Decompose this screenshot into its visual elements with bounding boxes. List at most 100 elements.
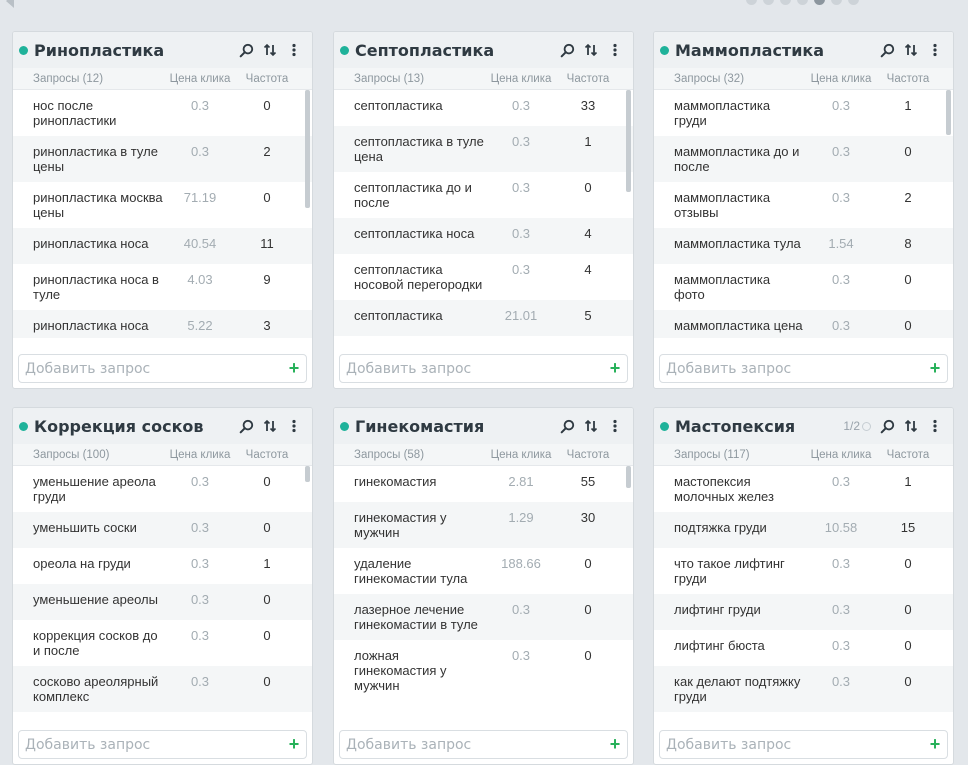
col-queries[interactable]: Запросы (32) xyxy=(654,73,804,85)
col-frequency[interactable]: Частота xyxy=(237,449,297,461)
scrollbar[interactable] xyxy=(626,466,631,488)
col-click-price[interactable]: Цена клика xyxy=(163,73,237,85)
search-icon[interactable] xyxy=(238,418,254,434)
search-icon[interactable] xyxy=(559,418,575,434)
table-row[interactable]: септопластика до и после 0.3 0 xyxy=(334,172,633,218)
col-click-price[interactable]: Цена клика xyxy=(804,73,878,85)
col-frequency[interactable]: Частота xyxy=(878,449,938,461)
table-row[interactable]: септопластика 21.01 5 xyxy=(334,300,633,336)
table-row[interactable]: гинекомастия 2.81 55 xyxy=(334,466,633,502)
table-row[interactable]: ринопластика носа в туле 4.03 9 xyxy=(13,264,312,310)
scrollbar[interactable] xyxy=(305,90,310,208)
table-row[interactable]: ринопластика носа 5.22 3 xyxy=(13,310,312,338)
more-menu-icon[interactable] xyxy=(286,418,302,434)
scrollbar[interactable] xyxy=(626,90,631,192)
table-row[interactable]: маммопластика фото 0.3 0 xyxy=(654,264,953,310)
page-dot[interactable] xyxy=(746,0,757,5)
table-row[interactable]: уменьшить соски 0.3 0 xyxy=(13,512,312,548)
table-row[interactable]: септопластика в туле цена 0.3 1 xyxy=(334,126,633,172)
table-row[interactable]: лифтинг груди 0.3 0 xyxy=(654,594,953,630)
col-frequency[interactable]: Частота xyxy=(237,73,297,85)
table-row[interactable]: ореола на груди 0.3 1 xyxy=(13,548,312,584)
more-menu-icon[interactable] xyxy=(607,42,623,58)
add-plus-icon[interactable]: + xyxy=(603,734,627,755)
add-plus-icon[interactable]: + xyxy=(282,734,306,755)
add-query-input[interactable] xyxy=(666,736,923,753)
table-row[interactable]: лифтинг бюста 0.3 0 xyxy=(654,630,953,666)
search-icon[interactable] xyxy=(559,42,575,58)
scrollbar[interactable] xyxy=(305,466,310,482)
pager-toggle-icon[interactable] xyxy=(862,421,871,431)
table-row[interactable]: ринопластика москва цены 71.19 0 xyxy=(13,182,312,228)
sort-icon[interactable] xyxy=(262,42,278,58)
col-queries[interactable]: Запросы (117) xyxy=(654,449,804,461)
col-click-price[interactable]: Цена клика xyxy=(484,73,558,85)
add-query-input[interactable] xyxy=(666,360,923,377)
add-plus-icon[interactable]: + xyxy=(603,358,627,379)
col-queries[interactable]: Запросы (12) xyxy=(13,73,163,85)
more-menu-icon[interactable] xyxy=(286,42,302,58)
page-dot[interactable] xyxy=(763,0,774,5)
add-plus-icon[interactable]: + xyxy=(923,734,947,755)
col-queries[interactable]: Запросы (13) xyxy=(334,73,484,85)
col-queries[interactable]: Запросы (58) xyxy=(334,449,484,461)
col-frequency[interactable]: Частота xyxy=(558,73,618,85)
col-click-price[interactable]: Цена клика xyxy=(163,449,237,461)
table-row[interactable]: септопластика носовой перегородки 0.3 4 xyxy=(334,254,633,300)
prev-page-arrow-icon[interactable] xyxy=(6,0,14,8)
table-row[interactable]: как делают подтяжку груди 0.3 0 xyxy=(654,666,953,712)
col-frequency[interactable]: Частота xyxy=(558,449,618,461)
page-dot[interactable] xyxy=(780,0,791,5)
table-row[interactable]: гинекомастия у мужчин 1.29 30 xyxy=(334,502,633,548)
search-icon[interactable] xyxy=(879,418,895,434)
table-row[interactable]: коррекция сосков до и после 0.3 0 xyxy=(13,620,312,666)
page-dot[interactable] xyxy=(797,0,808,5)
table-row[interactable]: ринопластика в туле цены 0.3 2 xyxy=(13,136,312,182)
table-row[interactable]: ложная гинекомастия у мужчин 0.3 0 xyxy=(334,640,633,701)
table-row[interactable]: маммопластика цена 0.3 0 xyxy=(654,310,953,338)
sort-icon[interactable] xyxy=(262,418,278,434)
table-row[interactable]: ринопластика носа 40.54 11 xyxy=(13,228,312,264)
add-plus-icon[interactable]: + xyxy=(923,358,947,379)
add-query-input[interactable] xyxy=(25,736,282,753)
sort-icon[interactable] xyxy=(583,418,599,434)
table-row[interactable]: подтяжка груди 10.58 15 xyxy=(654,512,953,548)
page-dot[interactable] xyxy=(848,0,859,5)
scrollbar[interactable] xyxy=(946,90,951,135)
col-queries[interactable]: Запросы (100) xyxy=(13,449,163,461)
table-row[interactable]: маммопластика тула 1.54 8 xyxy=(654,228,953,264)
table-row[interactable]: маммопластика отзывы 0.3 2 xyxy=(654,182,953,228)
table-row[interactable]: септопластика 0.3 33 xyxy=(334,90,633,126)
table-row[interactable]: что такое лифтинг груди 0.3 0 xyxy=(654,548,953,594)
table-row[interactable]: удаление гинекомастии тула 188.66 0 xyxy=(334,548,633,594)
page-dot[interactable] xyxy=(814,0,825,5)
add-query-input[interactable] xyxy=(346,360,603,377)
table-row[interactable]: лазерное лечение гинекомастии в туле 0.3… xyxy=(334,594,633,640)
col-click-price[interactable]: Цена клика xyxy=(804,449,878,461)
table-row[interactable]: маммопластика до и после 0.3 0 xyxy=(654,136,953,182)
col-click-price[interactable]: Цена клика xyxy=(484,449,558,461)
add-query-input[interactable] xyxy=(25,360,282,377)
search-icon[interactable] xyxy=(879,42,895,58)
table-row[interactable]: уменьшение ареола груди 0.3 0 xyxy=(13,466,312,512)
table-row[interactable]: нос после ринопластики 0.3 0 xyxy=(13,90,312,136)
add-plus-icon[interactable]: + xyxy=(282,358,306,379)
table-row[interactable]: мастопексия молочных желез 0.3 1 xyxy=(654,466,953,512)
more-menu-icon[interactable] xyxy=(927,42,943,58)
table-row[interactable]: маммопластика груди 0.3 1 xyxy=(654,90,953,136)
more-menu-icon[interactable] xyxy=(927,418,943,434)
add-query-input[interactable] xyxy=(346,736,603,753)
col-frequency[interactable]: Частота xyxy=(878,73,938,85)
more-menu-icon[interactable] xyxy=(607,418,623,434)
search-icon[interactable] xyxy=(238,42,254,58)
click-price: 0.3 xyxy=(190,144,210,159)
table-row[interactable]: уменьшение ареолы 0.3 0 xyxy=(13,584,312,620)
frequency: 1 xyxy=(263,556,271,571)
card-pager[interactable]: 1/2 xyxy=(843,419,871,433)
table-row[interactable]: септопластика носа 0.3 4 xyxy=(334,218,633,254)
sort-icon[interactable] xyxy=(903,42,919,58)
table-row[interactable]: сосково ареолярный комплекс 0.3 0 xyxy=(13,666,312,712)
sort-icon[interactable] xyxy=(583,42,599,58)
sort-icon[interactable] xyxy=(903,418,919,434)
page-dot[interactable] xyxy=(831,0,842,5)
